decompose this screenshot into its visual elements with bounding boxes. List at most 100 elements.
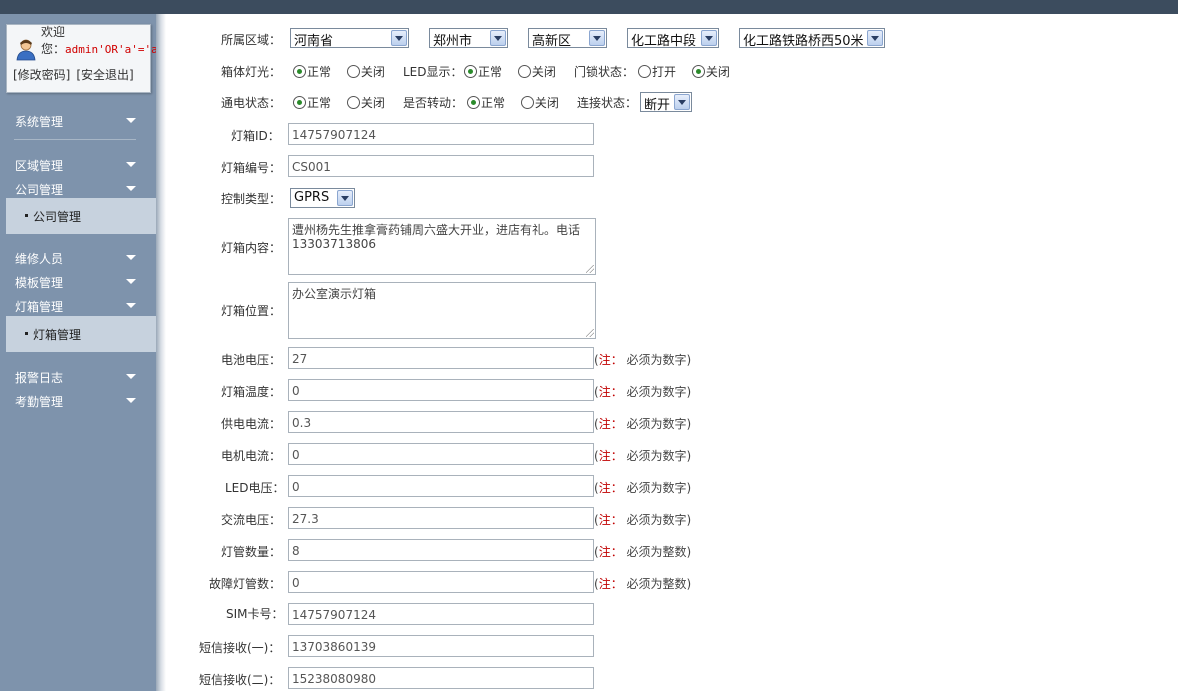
content-textarea[interactable]: 遭州杨先生推拿膏药铺周六盛大开业，进店有礼。电话13303713806 bbox=[288, 218, 596, 275]
rotate-radios: 正常 关闭 bbox=[467, 94, 571, 111]
motor-current-input[interactable]: 0 bbox=[288, 443, 594, 465]
ac-voltage-note: (注： 必须为数字) bbox=[594, 511, 691, 528]
user-links: [修改密码] [安全退出] bbox=[13, 66, 140, 83]
sms1-label: 短信接收(一)： bbox=[199, 641, 281, 655]
sms2-label: 短信接收(二)： bbox=[199, 673, 281, 687]
note-word: 注： bbox=[598, 353, 623, 367]
power-radios: 正常 关闭 bbox=[293, 94, 397, 111]
temperature-note: (注： 必须为数字) bbox=[594, 383, 691, 400]
menu-attendance[interactable]: 考勤管理 bbox=[0, 389, 156, 411]
door-lock-open-radio[interactable] bbox=[638, 65, 651, 78]
note-text: 必须为整数) bbox=[622, 545, 692, 559]
tube-count-note: (注： 必须为整数) bbox=[594, 543, 691, 560]
spot-value: 化工路铁路桥西50米 bbox=[743, 34, 864, 49]
chevron-down-icon bbox=[126, 162, 136, 167]
door-lock-label: 门锁状态： bbox=[574, 65, 635, 79]
led-display-off-label: 关闭 bbox=[531, 65, 556, 79]
user-avatar-icon bbox=[16, 39, 36, 61]
province-select[interactable]: 河南省 bbox=[290, 28, 409, 49]
sms1-input[interactable]: 13703860139 bbox=[288, 635, 594, 657]
battery-voltage-note: (注： 必须为数字) bbox=[594, 351, 691, 368]
led-display-off-radio[interactable] bbox=[517, 65, 531, 78]
fault-tube-count-input[interactable]: 0 bbox=[288, 571, 594, 593]
note-text: 必须为数字) bbox=[622, 449, 692, 463]
box-light-radios: 正常 关闭 bbox=[293, 63, 397, 80]
note-word: 注： bbox=[598, 385, 623, 399]
supply-current-note: (注： 必须为数字) bbox=[594, 415, 691, 432]
note-word: 注： bbox=[598, 449, 623, 463]
top-bar bbox=[0, 0, 1178, 14]
menu-company[interactable]: 公司管理 bbox=[0, 177, 156, 199]
box-no-input[interactable]: CS001 bbox=[288, 155, 594, 177]
logout-link[interactable]: [安全退出] bbox=[76, 68, 133, 82]
bullet-icon bbox=[25, 214, 28, 217]
supply-current-input[interactable]: 0.3 bbox=[288, 411, 594, 433]
led-display-label: LED显示： bbox=[403, 65, 463, 79]
motor-current-label: 电机电流： bbox=[221, 449, 282, 463]
chevron-down-icon bbox=[126, 398, 136, 403]
box-light-on-radio[interactable] bbox=[293, 65, 306, 78]
fault-tube-count-note: (注： 必须为整数) bbox=[594, 575, 691, 592]
chevron-down-icon bbox=[490, 30, 506, 46]
connection-select[interactable]: 断开 bbox=[640, 92, 692, 113]
led-voltage-input[interactable]: 0 bbox=[288, 475, 594, 497]
location-textarea[interactable]: 办公室演示灯箱 bbox=[288, 282, 596, 339]
sms2-input[interactable]: 15238080980 bbox=[288, 667, 594, 689]
box-light-off-radio[interactable] bbox=[346, 65, 360, 78]
district-value: 高新区 bbox=[532, 34, 572, 49]
submenu-lightbox-manage[interactable]: 灯箱管理 bbox=[6, 316, 156, 352]
temperature-input[interactable]: 0 bbox=[288, 379, 594, 401]
chevron-down-icon bbox=[126, 118, 136, 123]
content-text: 遭州杨先生推拿膏药铺周六盛大开业，进店有礼。电话13303713806 bbox=[292, 223, 581, 251]
menu-alarm-log[interactable]: 报警日志 bbox=[0, 365, 156, 387]
location-label: 灯箱位置： bbox=[221, 304, 282, 318]
temperature-label: 灯箱温度： bbox=[221, 385, 282, 399]
connection-value: 断开 bbox=[644, 98, 671, 113]
resize-grip-icon[interactable] bbox=[586, 329, 594, 337]
menu-system[interactable]: 系统管理 bbox=[0, 109, 156, 131]
power-on-label: 正常 bbox=[307, 96, 332, 110]
submenu-company-manage[interactable]: 公司管理 bbox=[6, 198, 156, 234]
chevron-down-icon bbox=[337, 190, 353, 206]
ac-voltage-input[interactable]: 27.3 bbox=[288, 507, 594, 529]
username: admin'OR'a'='a bbox=[65, 43, 158, 56]
welcome-text: 欢迎 bbox=[41, 25, 66, 39]
battery-voltage-input[interactable]: 27 bbox=[288, 347, 594, 369]
door-lock-close-radio[interactable] bbox=[691, 65, 705, 78]
tube-count-input[interactable]: 8 bbox=[288, 539, 594, 561]
control-type-label: 控制类型： bbox=[221, 192, 282, 206]
district-select[interactable]: 高新区 bbox=[528, 28, 607, 49]
power-off-radio[interactable] bbox=[346, 96, 360, 109]
menu-repair-staff[interactable]: 维修人员 bbox=[0, 246, 156, 268]
menu-lightbox[interactable]: 灯箱管理 bbox=[0, 294, 156, 316]
sim-input[interactable]: 14757907124 bbox=[288, 603, 594, 625]
menu-template[interactable]: 模板管理 bbox=[0, 270, 156, 292]
note-text: 必须为数字) bbox=[622, 417, 692, 431]
submenu-lightbox-label: 灯箱管理 bbox=[33, 328, 82, 342]
box-light-on-label: 正常 bbox=[307, 65, 332, 79]
door-lock-open-label: 打开 bbox=[652, 65, 677, 79]
rotate-on-radio[interactable] bbox=[467, 96, 480, 109]
change-password-link[interactable]: [修改密码] bbox=[13, 68, 70, 82]
road-select[interactable]: 化工路中段 bbox=[627, 28, 719, 49]
note-word: 注： bbox=[598, 513, 623, 527]
box-id-label: 灯箱ID： bbox=[231, 129, 280, 143]
note-text: 必须为数字) bbox=[622, 513, 692, 527]
rotate-off-radio[interactable] bbox=[520, 96, 534, 109]
power-label: 通电状态： bbox=[221, 96, 282, 110]
menu-template-label: 模板管理 bbox=[15, 276, 64, 290]
box-id-input[interactable]: 14757907124 bbox=[288, 123, 594, 145]
control-type-select[interactable]: GPRS bbox=[290, 188, 355, 208]
resize-grip-icon[interactable] bbox=[586, 265, 594, 273]
fault-tube-count-label: 故障灯管数： bbox=[209, 577, 282, 591]
rotate-label: 是否转动： bbox=[403, 96, 464, 110]
spot-select[interactable]: 化工路铁路桥西50米 bbox=[739, 28, 885, 49]
led-display-on-radio[interactable] bbox=[464, 65, 477, 78]
menu-region[interactable]: 区域管理 bbox=[0, 153, 156, 175]
ac-voltage-label: 交流电压： bbox=[221, 513, 282, 527]
user-panel: 欢迎 您：admin'OR'a'='a [修改密码] [安全退出] bbox=[6, 24, 158, 93]
power-on-radio[interactable] bbox=[293, 96, 306, 109]
rotate-on-label: 正常 bbox=[481, 96, 506, 110]
sim-label: SIM卡号： bbox=[226, 607, 284, 621]
city-select[interactable]: 郑州市 bbox=[429, 28, 508, 49]
